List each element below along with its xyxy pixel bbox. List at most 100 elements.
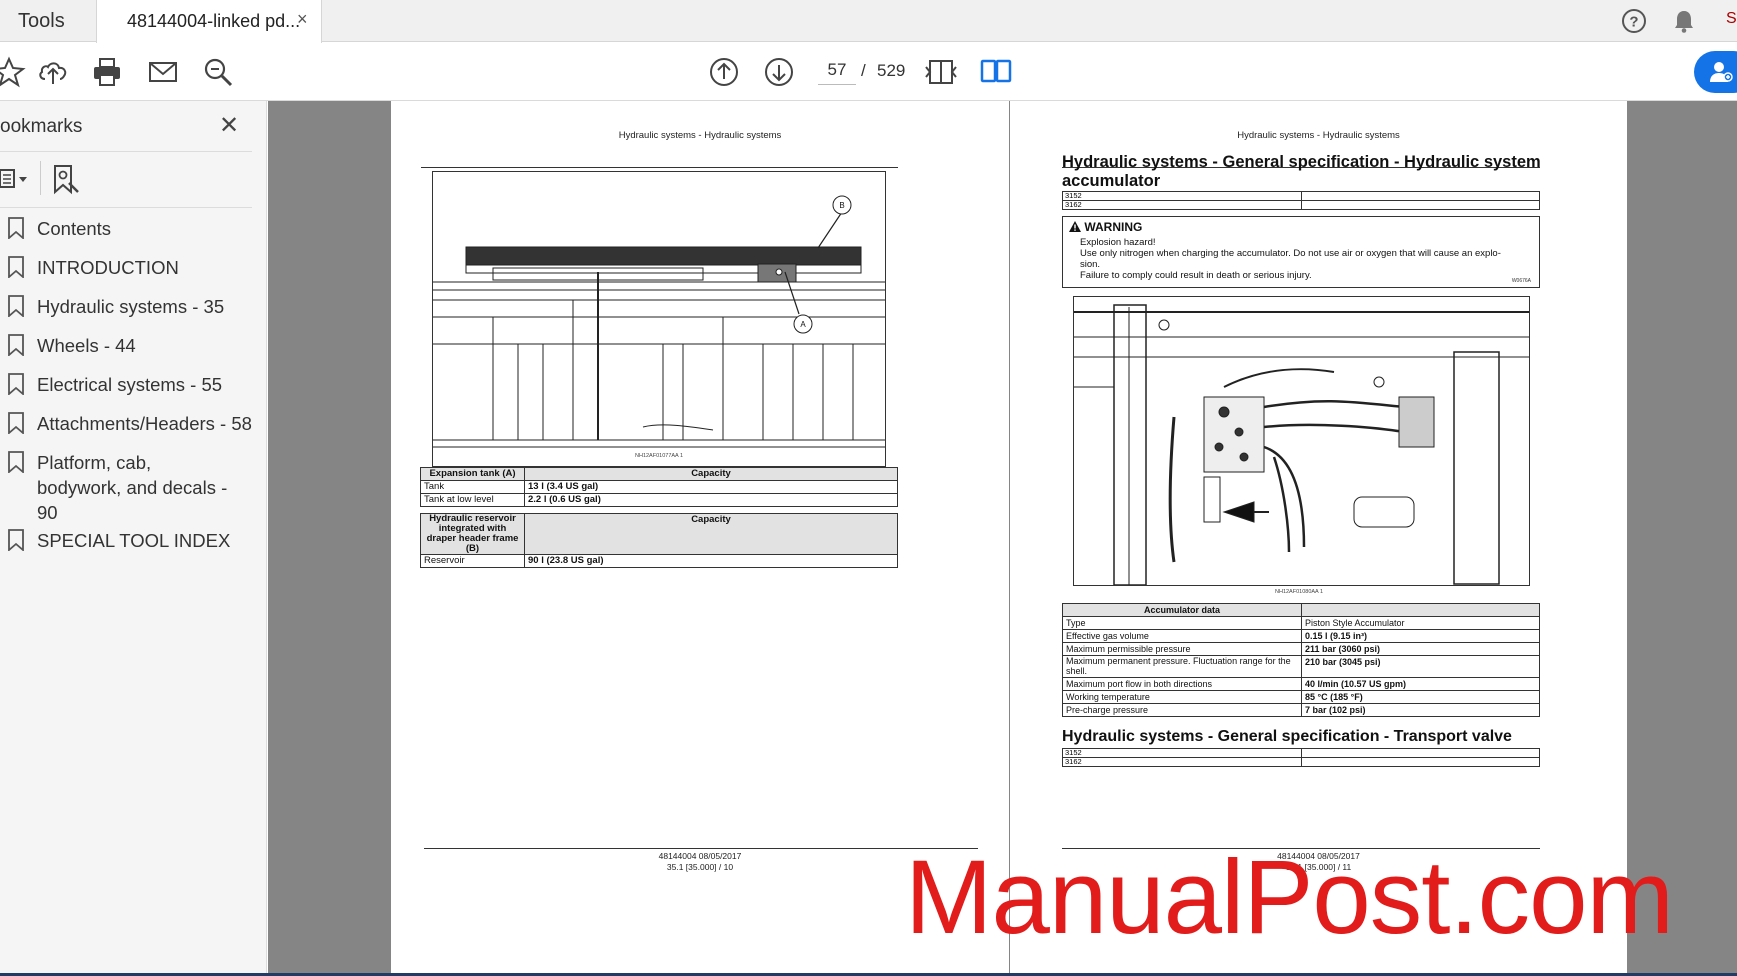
table-cell: 90 l (23.8 US gal)	[524, 554, 898, 568]
tab-tools[interactable]: Tools	[0, 0, 96, 42]
accumulator-data-table: Accumulator data Type Piston Style Accum…	[1062, 603, 1540, 717]
bookmark-list: Contents INTRODUCTION Hydraulic systems …	[0, 216, 260, 567]
table-header-cell: Accumulator data	[1062, 603, 1302, 617]
bookmarks-panel: ookmarks ✕ Contents INTRODUCTION Hydraul…	[0, 101, 267, 976]
hydraulic-reservoir-table: Hydraulic reservoir integrated with drap…	[420, 513, 898, 568]
table-cell: 40 l/min (10.57 US gpm)	[1301, 677, 1540, 691]
model-cell: 3162	[1062, 200, 1302, 210]
tab-close-button[interactable]: ×	[297, 9, 308, 30]
table-cell: 85 °C (185 °F)	[1301, 690, 1540, 704]
warning-title: WARNING	[1069, 220, 1142, 234]
add-bookmark-icon[interactable]	[51, 163, 81, 195]
table-header-cell: Capacity	[524, 467, 898, 481]
page-number-input[interactable]	[818, 55, 856, 85]
bookmark-item[interactable]: Contents	[0, 216, 260, 255]
bookmark-label: Contents	[37, 218, 112, 239]
star-icon[interactable]	[0, 55, 26, 89]
tab-document-title: 48144004-linked pd...	[127, 11, 301, 31]
warning-line: Use only nitrogen when charging the accu…	[1080, 248, 1501, 259]
table-cell: Effective gas volume	[1062, 629, 1302, 643]
figure-caption: NH12AF01080AA 1	[1275, 589, 1324, 595]
warning-title-text: WARNING	[1084, 220, 1143, 234]
warning-line: sion.	[1080, 259, 1101, 270]
divider	[40, 161, 41, 195]
table-row: Maximum port flow in both directions 40 …	[1062, 677, 1540, 691]
print-icon[interactable]	[90, 55, 124, 89]
bookmarks-panel-title: ookmarks	[0, 116, 83, 137]
expansion-tank-table: Expansion tank (A) Capacity Tank 13 l (3…	[420, 467, 898, 507]
accumulator-drawing	[1074, 304, 1529, 586]
model-table: 3152 3162	[1062, 748, 1540, 767]
table-header-cell	[1301, 603, 1540, 617]
close-panel-button[interactable]: ✕	[219, 111, 239, 140]
table-row: Working temperature 85 °C (185 °F)	[1062, 690, 1540, 704]
bookmark-item[interactable]: SPECIAL TOOL INDEX	[0, 528, 260, 567]
warning-line: Failure to comply could result in death …	[1080, 270, 1312, 281]
figure-caption: NH12AF01077AA 1	[635, 453, 684, 459]
bell-icon[interactable]	[1670, 7, 1698, 35]
bookmark-item[interactable]: Platform, cab, bodywork, and decals - 90	[0, 450, 235, 525]
table-cell: 13 l (3.4 US gal)	[524, 480, 898, 494]
table-header-cell: Capacity	[524, 513, 898, 555]
bookmark-item[interactable]: Hydraulic systems - 35	[0, 294, 260, 333]
table-row: Maximum permissible pressure 211 bar (30…	[1062, 642, 1540, 656]
table-cell	[1301, 757, 1540, 767]
table-row: 3152	[1062, 191, 1540, 201]
mail-icon[interactable]	[146, 55, 180, 89]
bookmark-label: Wheels - 44	[37, 335, 136, 356]
bookmark-label: Attachments/Headers - 58	[37, 413, 252, 434]
table-cell: Maximum permanent pressure. Fluctuation …	[1062, 655, 1302, 678]
table-row: Tank 13 l (3.4 US gal)	[420, 480, 898, 494]
bookmark-label: Hydraulic systems - 35	[37, 296, 225, 317]
section-title-transport-valve: Hydraulic systems - General specificatio…	[1062, 728, 1512, 745]
model-cell: 3162	[1062, 757, 1302, 767]
table-row: 3162	[1062, 757, 1540, 767]
table-header-row: Expansion tank (A) Capacity	[420, 467, 898, 481]
bookmark-item[interactable]: Attachments/Headers - 58	[0, 411, 260, 450]
bookmark-icon	[8, 412, 24, 434]
help-icon[interactable]: ?	[1620, 7, 1648, 35]
fit-page-icon[interactable]	[924, 55, 958, 89]
bookmark-icon	[8, 256, 24, 278]
table-row: 3152	[1062, 748, 1540, 758]
bookmark-label: INTRODUCTION	[37, 257, 179, 278]
table-cell: Tank at low level	[420, 493, 525, 507]
table-row: Reservoir 90 l (23.8 US gal)	[420, 554, 898, 568]
upload-icon[interactable]	[36, 55, 70, 89]
options-menu-icon[interactable]	[0, 165, 32, 193]
header-frame-drawing: B A	[433, 195, 885, 448]
table-cell: Working temperature	[1062, 690, 1302, 704]
acrobat-window: Tools 48144004-linked pd... × ? S 57 / 5…	[0, 0, 1737, 976]
divider	[0, 151, 252, 152]
table-header-cell: Hydraulic reservoir integrated with drap…	[420, 513, 525, 555]
accumulator-figure	[1073, 296, 1530, 586]
warning-box: WARNING Explosion hazard! Use only nitro…	[1062, 216, 1540, 288]
tab-document[interactable]: 48144004-linked pd... ×	[96, 0, 322, 43]
table-cell: 210 bar (3045 psi)	[1301, 655, 1540, 678]
bookmark-icon	[8, 451, 24, 473]
toolbar: / 529	[0, 43, 1737, 101]
table-cell	[1301, 200, 1540, 210]
share-button[interactable]	[1694, 51, 1737, 93]
table-row: Effective gas volume 0.15 l (9.15 in³)	[1062, 629, 1540, 643]
next-page-icon[interactable]	[762, 55, 796, 89]
section-title-accumulator: Hydraulic systems - General specificatio…	[1062, 153, 1541, 190]
user-account-icon[interactable]: S	[1726, 10, 1737, 30]
table-cell: Type	[1062, 616, 1302, 630]
bookmark-icon	[8, 295, 24, 317]
running-head: Hydraulic systems - Hydraulic systems	[1237, 130, 1400, 141]
prev-page-icon[interactable]	[707, 55, 741, 89]
table-cell: Pre-charge pressure	[1062, 703, 1302, 717]
table-cell: Reservoir	[420, 554, 525, 568]
bookmark-item[interactable]: Electrical systems - 55	[0, 372, 260, 411]
page-total: 529	[877, 61, 906, 80]
zoom-icon[interactable]	[201, 55, 235, 89]
bookmark-item[interactable]: INTRODUCTION	[0, 255, 260, 294]
model-cell: 3152	[1062, 748, 1302, 758]
watermark: ManualPost.com	[905, 839, 1674, 956]
table-row: Maximum permanent pressure. Fluctuation …	[1062, 655, 1540, 678]
bookmark-item[interactable]: Wheels - 44	[0, 333, 260, 372]
bookmark-label: SPECIAL TOOL INDEX	[37, 530, 231, 551]
two-page-icon[interactable]	[979, 55, 1013, 89]
table-header-row: Accumulator data	[1062, 603, 1540, 617]
